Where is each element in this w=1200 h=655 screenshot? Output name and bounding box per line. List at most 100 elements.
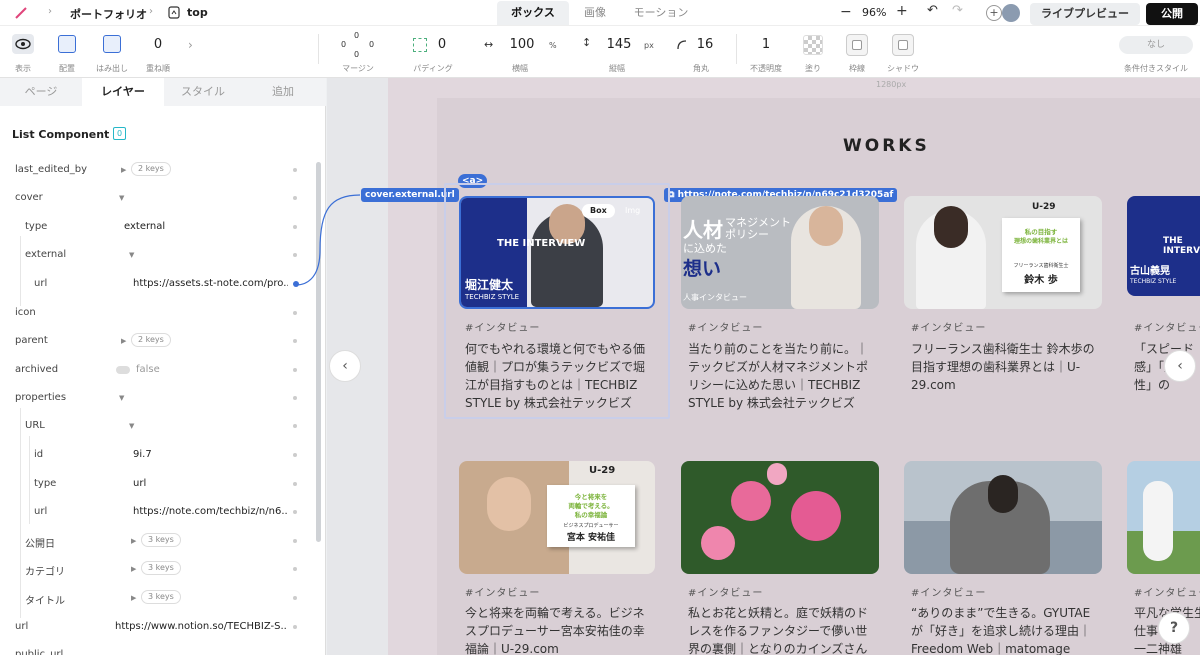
bind-dot[interactable]	[293, 396, 297, 400]
chevron-down-icon[interactable]: ▼	[119, 394, 124, 402]
padding-value[interactable]: 0	[434, 37, 450, 52]
avatar[interactable]	[1002, 4, 1020, 22]
chevron-down-icon[interactable]: ▼	[129, 251, 134, 259]
chevron-right-icon[interactable]: ▶	[121, 166, 126, 174]
margin-label: マージン	[342, 64, 374, 73]
row-value: url	[133, 478, 147, 489]
shadow-button[interactable]	[892, 34, 914, 56]
card-image[interactable]: U-29 私の目指す 理想の歯科業界とは フリーランス歯科衛生士 鈴木 歩	[904, 196, 1102, 309]
row-value: external	[124, 221, 166, 232]
bind-dot[interactable]	[293, 567, 297, 571]
fill-label: 塗り	[805, 64, 821, 73]
card-title[interactable]: 私とお花と妖精と。庭で妖精のドレスを作るファンタジーで儚い世界の裏側｜となりのカ…	[688, 604, 878, 655]
margin-bottom[interactable]: 0	[354, 50, 359, 59]
publish-button[interactable]: 公開	[1146, 3, 1198, 25]
image-caption: ビジネスプロデューサー	[563, 523, 619, 529]
bind-dot[interactable]	[293, 453, 297, 457]
card-image[interactable]: 人材 マネジメント ポリシー に込めた 想い 人事インタビュー	[681, 196, 879, 309]
bind-dot[interactable]	[293, 339, 297, 343]
card-tag: #インタビュー	[911, 323, 987, 334]
chevron-right-icon[interactable]: ▶	[121, 337, 126, 345]
tab-box[interactable]: ボックス	[497, 1, 569, 25]
add-collaborator-icon[interactable]: +	[986, 5, 1002, 21]
card-title[interactable]: フリーランス歯科衛生士 鈴木歩の目指す理想の歯科業界とは｜U-29.com	[911, 340, 1101, 394]
card-image[interactable]	[904, 461, 1102, 574]
card-image[interactable]: THE INTERVIEW 堀江健太 TECHBIZ STYLE Box Img	[459, 196, 655, 309]
chevron-down-icon[interactable]: ▼	[119, 194, 124, 202]
breadcrumb-separator-icon: ›	[48, 6, 52, 17]
bind-dot[interactable]	[293, 510, 297, 514]
width-unit[interactable]: %	[549, 41, 557, 50]
chevron-right-icon[interactable]: ▶	[131, 537, 136, 545]
opacity-label: 不透明度	[750, 64, 782, 73]
slider-next-button[interactable]: ‹	[1164, 350, 1196, 382]
box-toggle[interactable]: Box	[582, 204, 615, 218]
row-label: 公開日	[25, 539, 55, 550]
zorder-value[interactable]: 0	[148, 37, 168, 52]
bind-dot[interactable]	[293, 168, 297, 172]
toggle-switch[interactable]	[116, 366, 130, 374]
chevron-right-icon[interactable]: ›	[188, 38, 193, 52]
overflow-icon[interactable]	[103, 35, 121, 53]
margin-left[interactable]: 0	[341, 40, 346, 49]
padding-icon	[413, 38, 427, 52]
tab-style[interactable]: スタイル	[164, 78, 242, 106]
border-button[interactable]	[846, 34, 868, 56]
pen-logo-icon[interactable]	[14, 6, 28, 20]
redo-icon[interactable]: ↷	[952, 3, 963, 18]
card-image[interactable]: THE INTERVIEW 古山義晃 TECHBIZ STYLE	[1127, 196, 1200, 296]
bind-dot[interactable]	[293, 596, 297, 600]
row-label: url	[34, 506, 48, 517]
row-label: url	[34, 278, 48, 289]
bind-dot[interactable]	[293, 311, 297, 315]
height-unit[interactable]: px	[644, 41, 654, 50]
undo-icon[interactable]: ↶	[927, 3, 938, 18]
slider-prev-button[interactable]: ‹	[329, 350, 361, 382]
width-value[interactable]: 100	[506, 37, 538, 52]
zoom-in-button[interactable]: +	[896, 3, 908, 19]
chevron-down-icon[interactable]: ▼	[129, 422, 134, 430]
margin-right[interactable]: 0	[369, 40, 374, 49]
zoom-level[interactable]: 96%	[862, 6, 886, 19]
visibility-toggle[interactable]	[12, 34, 34, 54]
card-title[interactable]: “ありのまま”で生きる。GYUTAEが「好き」を追求し続ける理由｜Freedom…	[911, 604, 1101, 655]
help-button[interactable]: ?	[1158, 612, 1190, 644]
radius-value[interactable]: 16	[695, 37, 715, 52]
placement-icon[interactable]	[58, 35, 76, 53]
margin-top[interactable]: 0	[354, 31, 359, 40]
row-label: type	[34, 478, 57, 489]
bind-dot[interactable]	[293, 424, 297, 428]
height-value[interactable]: 145	[603, 37, 635, 52]
bind-dot[interactable]	[293, 625, 297, 629]
tab-add[interactable]: 追加	[242, 78, 324, 106]
bind-dot[interactable]	[293, 482, 297, 486]
person-face	[487, 477, 531, 531]
zoom-out-button[interactable]: −	[840, 4, 852, 20]
tab-motion[interactable]: モーション	[625, 1, 697, 25]
chevron-right-icon[interactable]: ▶	[131, 565, 136, 573]
row-label: URL	[25, 420, 45, 431]
person-hair	[934, 206, 968, 248]
tab-image[interactable]: 画像	[569, 1, 621, 25]
card-image[interactable]	[681, 461, 879, 574]
chevron-right-icon[interactable]: ▶	[131, 594, 136, 602]
card-tag: #インタビュー	[911, 588, 987, 599]
img-toggle[interactable]: Img	[625, 204, 640, 218]
breadcrumb-page[interactable]: top	[187, 6, 208, 19]
bind-dot[interactable]	[293, 539, 297, 543]
opacity-value[interactable]: 1	[758, 37, 774, 52]
live-preview-button[interactable]: ライブプレビュー	[1030, 3, 1140, 25]
card-title[interactable]: 何でもやれる環境と何でもやる価値観｜プロが集うテックビズで堀江が目指すものとは｜…	[465, 340, 655, 412]
card-title[interactable]: 今と将来を両輪で考える。ビジネスプロデューサー宮本安祐佳の幸福論｜U-29.co…	[465, 604, 655, 655]
card-image[interactable]	[1127, 461, 1200, 574]
conditional-style-select[interactable]: なし	[1119, 36, 1193, 54]
tab-layer[interactable]: レイヤー	[82, 78, 164, 106]
card-image[interactable]: U-29 今と将来を 両輪で考える。 私の幸福論 ビジネスプロデューサー 宮本 …	[459, 461, 655, 574]
image-caption: 鈴木 歩	[1024, 275, 1058, 286]
tab-page[interactable]: ページ	[0, 78, 82, 106]
fill-swatch[interactable]	[803, 35, 823, 55]
bind-dot[interactable]	[293, 368, 297, 372]
breadcrumb-project[interactable]: ポートフォリオ	[70, 6, 147, 22]
card-title[interactable]: 当たり前のことを当たり前に。｜テックビズが人材マネジメントポリシーに込めた思い｜…	[688, 340, 878, 412]
image-caption: フリーランス歯科衛生士	[1013, 263, 1069, 269]
